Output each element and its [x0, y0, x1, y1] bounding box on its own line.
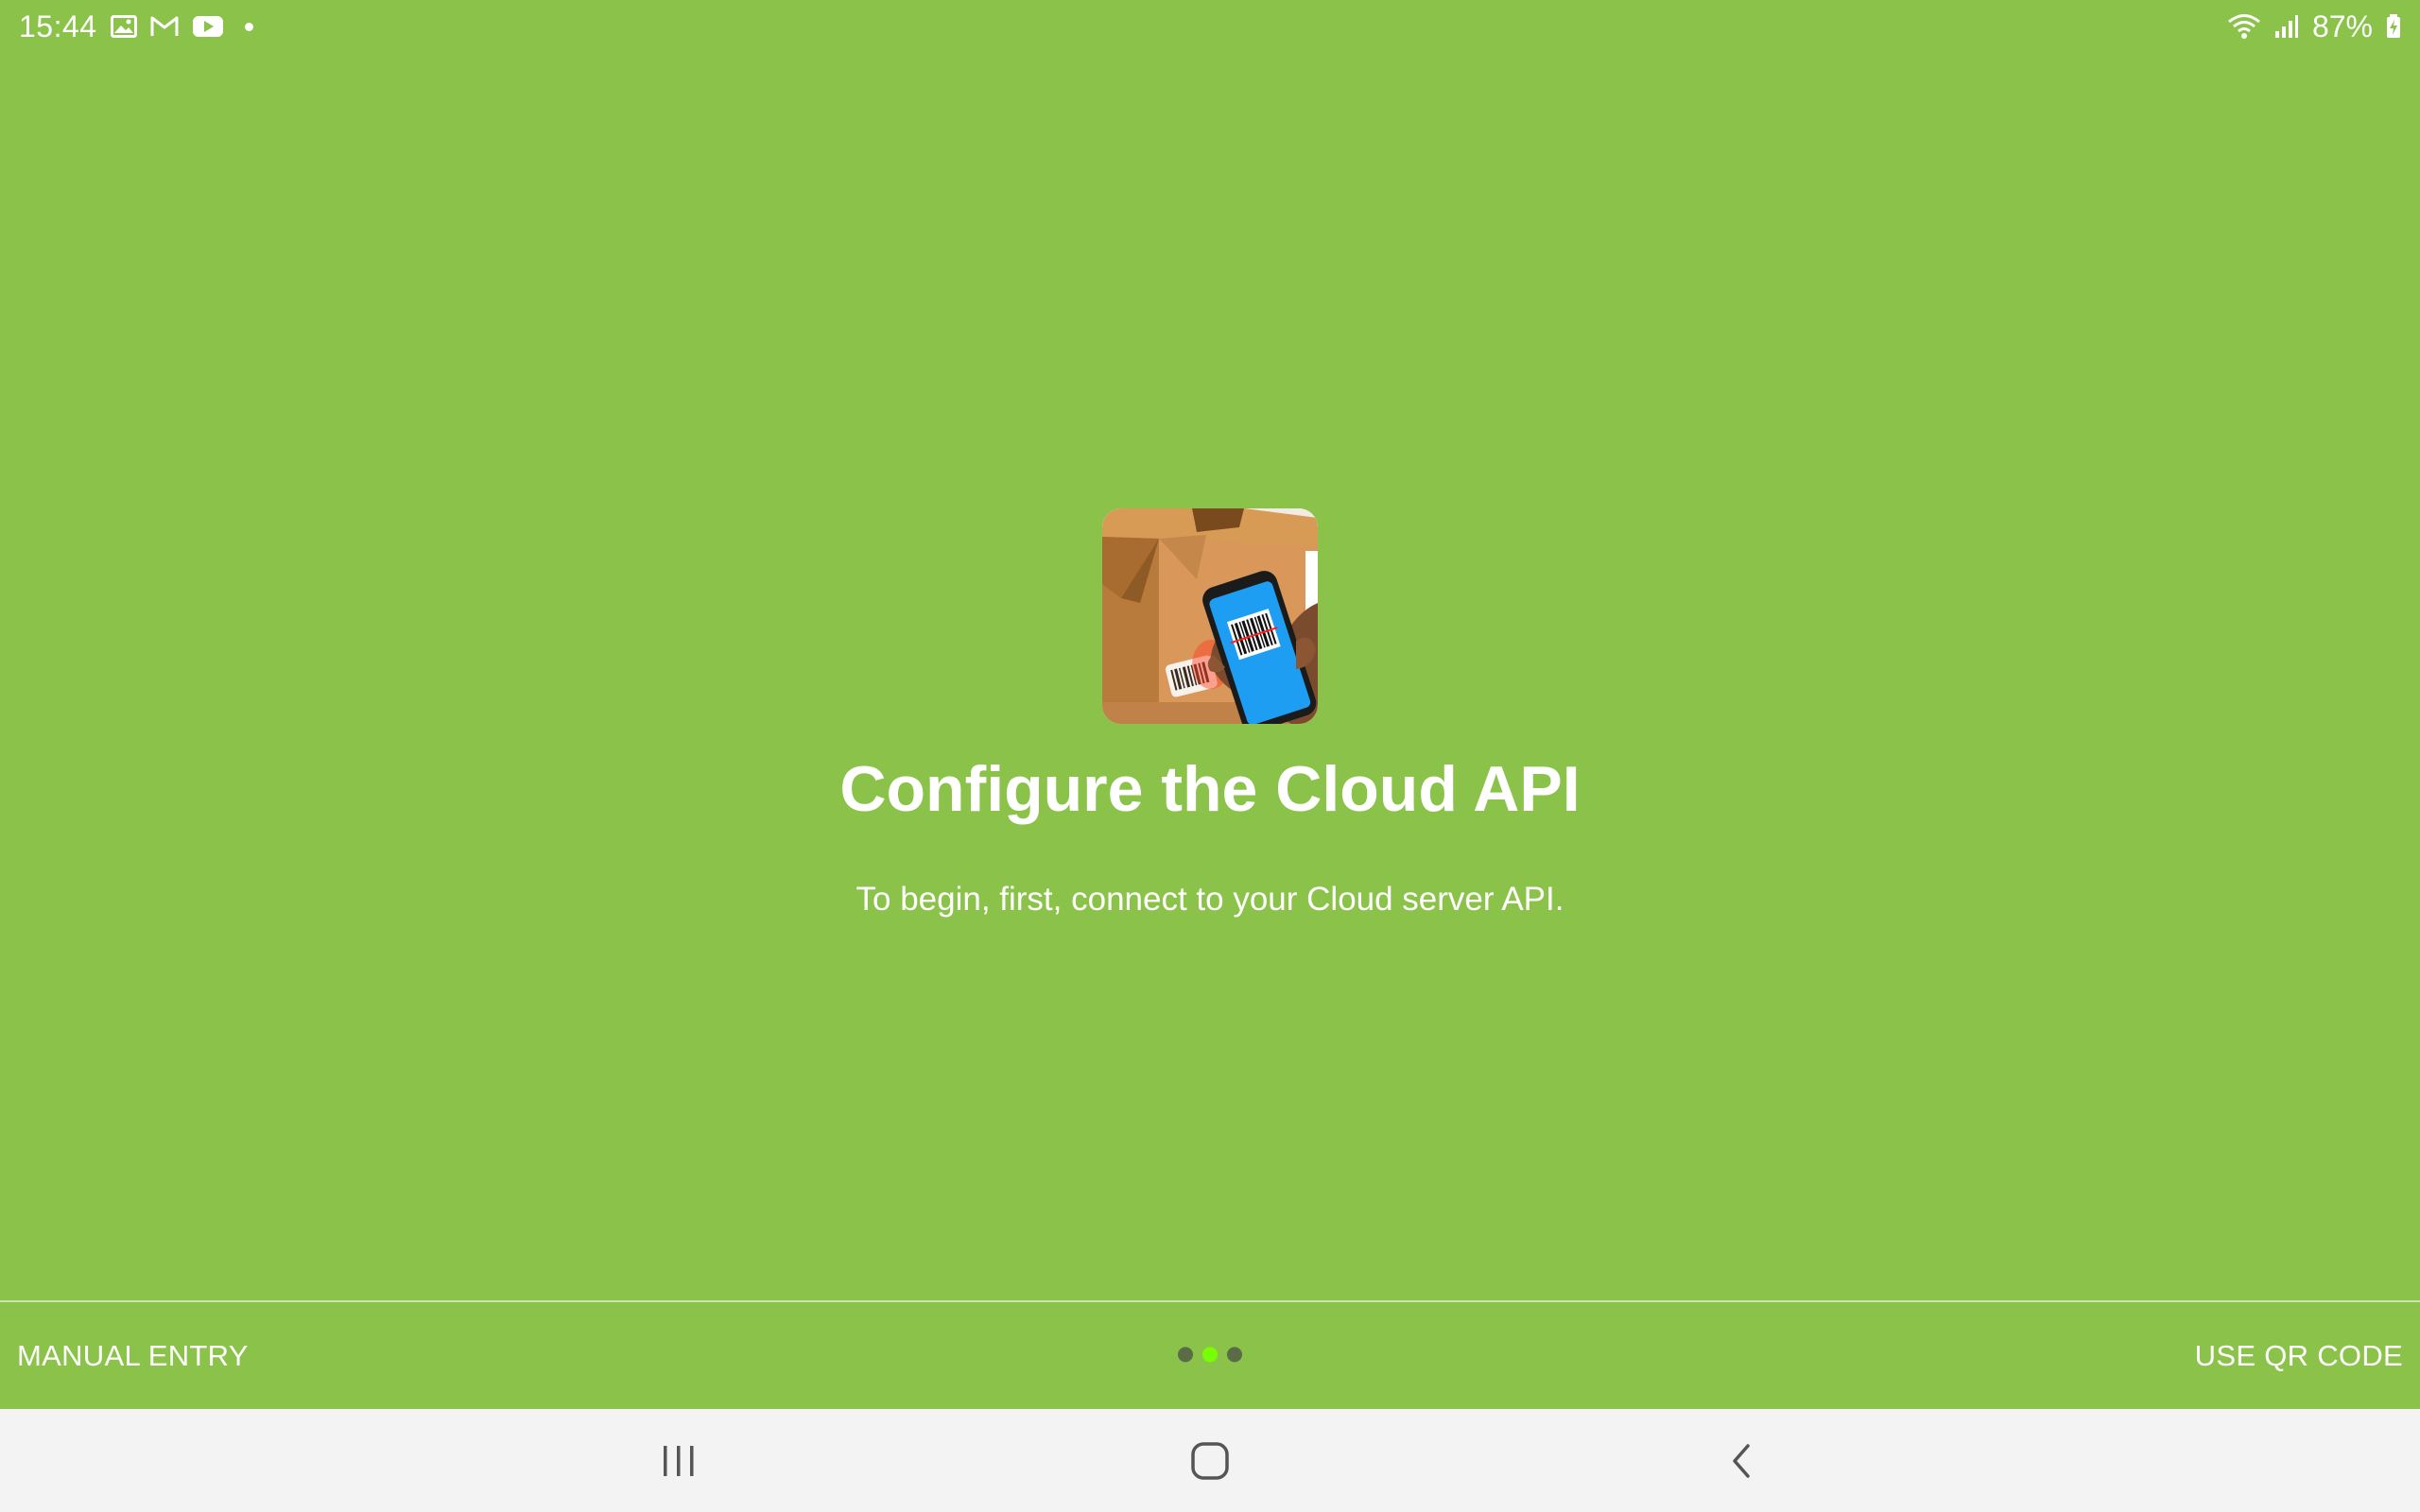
- use-qr-code-button[interactable]: USE QR CODE: [2195, 1328, 2403, 1384]
- signal-icon: [2274, 14, 2299, 39]
- status-bar-right: 87%: [2227, 9, 2401, 44]
- navigation-bar: [0, 1409, 2420, 1512]
- page-dot-3: [1227, 1346, 1242, 1362]
- notification-dot-icon: [244, 22, 253, 31]
- page-dot-1: [1178, 1346, 1193, 1362]
- recents-icon[interactable]: [636, 1423, 721, 1499]
- onboarding-screen: 15:44 87% Configure the Cloud API To beg…: [0, 0, 2420, 1512]
- page-indicator: [1178, 1346, 1242, 1362]
- battery-percent: 87%: [2311, 9, 2373, 43]
- wifi-icon: [2227, 13, 2261, 40]
- package-barcode-scanner-icon: [1102, 508, 1318, 724]
- home-icon[interactable]: [1167, 1423, 1253, 1499]
- status-bar: 15:44 87%: [0, 0, 2420, 53]
- gallery-icon: [110, 15, 137, 38]
- status-time: 15:44: [19, 9, 97, 43]
- manual-entry-button[interactable]: MANUAL ENTRY: [17, 1328, 249, 1384]
- youtube-icon: [192, 15, 224, 38]
- back-icon[interactable]: [1699, 1423, 1784, 1499]
- page-subtitle: To begin, first, connect to your Cloud s…: [856, 881, 1564, 918]
- page-dot-2-active: [1202, 1346, 1218, 1362]
- status-bar-left: 15:44: [19, 9, 253, 44]
- page-title: Configure the Cloud API: [839, 753, 1581, 825]
- bottom-action-bar: MANUAL ENTRY USE QR CODE: [0, 1302, 2420, 1409]
- gmail-icon: [150, 15, 179, 38]
- intro-content: Configure the Cloud API To begin, first,…: [0, 508, 2420, 919]
- battery-charging-icon: [2386, 14, 2401, 39]
